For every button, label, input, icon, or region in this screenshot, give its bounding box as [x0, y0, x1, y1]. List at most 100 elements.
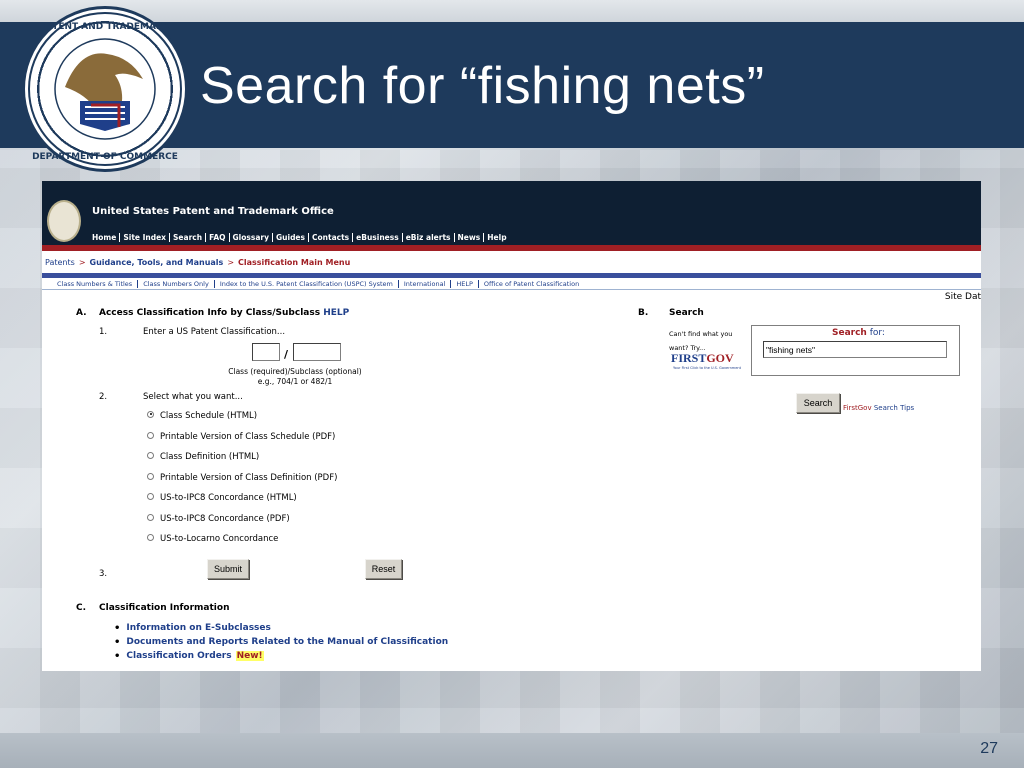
list-item[interactable]: Classification Orders New! — [114, 649, 448, 663]
reset-button[interactable]: Reset — [365, 559, 402, 579]
sub-nav: Class Numbers & Titles Class Numbers Onl… — [42, 278, 981, 290]
step-2-number: 2. — [99, 392, 108, 402]
link-classification-orders[interactable]: Classification Orders — [126, 651, 231, 661]
search-label-for: for: — [866, 328, 885, 338]
slide-title: Search for “fishing nets” — [200, 57, 765, 115]
option-label: Printable Version of Class Definition (P… — [160, 473, 338, 483]
browser-screenshot: United States Patent and Trademark Offic… — [42, 181, 981, 671]
radio-button[interactable] — [147, 410, 154, 418]
option-label: Class Definition (HTML) — [160, 452, 260, 462]
top-nav-news[interactable]: News — [455, 233, 485, 242]
sub-nav-class-numbers-only[interactable]: Class Numbers Only — [138, 279, 215, 288]
option-class-definition-html[interactable]: Class Definition (HTML) — [147, 451, 260, 462]
site-data-label: Site Dat — [944, 292, 981, 302]
top-nav-search[interactable]: Search — [170, 233, 207, 242]
option-label: Printable Version of Class Schedule (PDF… — [160, 432, 336, 442]
search-for-label: Search for: — [832, 328, 885, 338]
sub-nav-international[interactable]: International — [399, 279, 452, 288]
step-1-number: 1. — [99, 327, 108, 337]
top-nav-ebiz-alerts[interactable]: eBiz alerts — [403, 233, 455, 242]
top-nav-glossary[interactable]: Glossary — [230, 233, 273, 242]
firstgov-search-tips-link[interactable]: FirstGov Search Tips — [843, 404, 914, 412]
top-nav-site-index[interactable]: Site Index — [120, 233, 171, 242]
class-hint-line1: Class (required)/Subclass (optional) — [228, 367, 362, 376]
option-label: Class Schedule (HTML) — [160, 411, 258, 421]
option-us-ipc8-html[interactable]: US-to-IPC8 Concordance (HTML) — [147, 492, 297, 503]
slide-bottom-band — [0, 733, 1024, 768]
svg-text:PATENT AND TRADEMARK: PATENT AND TRADEMARK — [40, 22, 171, 32]
subclass-input[interactable] — [293, 343, 341, 361]
section-a-title-text: Access Classification Info by Class/Subc… — [99, 308, 321, 318]
firstgov-logo[interactable]: FIRSTGOV — [671, 351, 734, 366]
radio-button[interactable] — [147, 451, 154, 459]
breadcrumb: Patents > Guidance, Tools, and Manuals >… — [42, 251, 981, 273]
top-nav-home[interactable]: Home — [92, 233, 121, 242]
option-class-definition-pdf[interactable]: Printable Version of Class Definition (P… — [147, 472, 338, 483]
radio-button[interactable] — [147, 472, 154, 480]
site-top-nav: Home Site Index Search FAQ Glossary Guid… — [92, 233, 510, 242]
site-org-name: United States Patent and Trademark Offic… — [92, 206, 334, 217]
section-c-letter: C. — [76, 603, 87, 613]
step-1-label: Enter a US Patent Classification... — [143, 327, 286, 337]
section-b-title: Search — [669, 308, 704, 318]
site-header: United States Patent and Trademark Offic… — [42, 181, 981, 245]
option-label: US-to-IPC8 Concordance (HTML) — [160, 493, 297, 503]
sub-nav-uspc-index[interactable]: Index to the U.S. Patent Classification … — [215, 279, 399, 288]
option-us-locarno[interactable]: US-to-Locarno Concordance — [147, 533, 279, 544]
sub-nav-office-classification[interactable]: Office of Patent Classification — [479, 280, 584, 288]
submit-button[interactable]: Submit — [207, 559, 249, 579]
top-nav-guides[interactable]: Guides — [273, 233, 309, 242]
section-b-letter: B. — [638, 308, 649, 318]
section-a-title: Access Classification Info by Class/Subc… — [99, 308, 349, 318]
step-3-number: 3. — [99, 569, 108, 579]
class-input[interactable] — [252, 343, 280, 361]
breadcrumb-separator: > — [227, 257, 235, 267]
option-us-ipc8-pdf[interactable]: US-to-IPC8 Concordance (PDF) — [147, 513, 290, 524]
class-hint-line2: e.g., 704/1 or 482/1 — [257, 377, 333, 386]
list-item[interactable]: Information on E-Subclasses — [114, 621, 448, 635]
option-label: US-to-IPC8 Concordance (PDF) — [160, 514, 290, 524]
link-search-tips: Search Tips — [871, 404, 915, 412]
seal-icon: PATENT AND TRADEMARK DEPARTMENT OF COMME… — [28, 12, 182, 166]
search-panel: Search for: — [751, 325, 960, 376]
radio-button[interactable] — [147, 513, 154, 521]
new-badge: New! — [235, 651, 264, 661]
link-e-subclasses[interactable]: Information on E-Subclasses — [126, 623, 270, 633]
breadcrumb-separator: > — [78, 257, 86, 267]
search-label-search: Search — [832, 328, 867, 338]
top-nav-help[interactable]: Help — [484, 233, 509, 242]
section-a-help-link[interactable]: HELP — [323, 308, 349, 318]
step-2-label: Select what you want... — [143, 392, 243, 402]
option-class-schedule-pdf[interactable]: Printable Version of Class Schedule (PDF… — [147, 431, 336, 442]
section-c-title: Classification Information — [99, 603, 230, 613]
radio-button[interactable] — [147, 533, 154, 541]
sub-nav-help[interactable]: HELP — [451, 279, 479, 288]
section-a-letter: A. — [76, 308, 87, 318]
uspto-seal-logo: PATENT AND TRADEMARK DEPARTMENT OF COMME… — [22, 6, 188, 172]
breadcrumb-guidance[interactable]: Guidance, Tools, and Manuals — [90, 258, 224, 267]
sub-nav-class-numbers-titles[interactable]: Class Numbers & Titles — [52, 279, 139, 288]
classification-info-list: Information on E-Subclasses Documents an… — [114, 621, 448, 663]
link-gov: Gov — [857, 404, 872, 412]
option-class-schedule-html[interactable]: Class Schedule (HTML) — [147, 410, 258, 421]
link-documents-reports[interactable]: Documents and Reports Related to the Man… — [126, 637, 448, 647]
firstgov-logo-first: FIRST — [671, 351, 707, 365]
slide-number: 27 — [980, 740, 998, 757]
search-button[interactable]: Search — [796, 393, 840, 413]
breadcrumb-patents[interactable]: Patents — [45, 258, 75, 267]
link-first: First — [843, 404, 858, 412]
top-nav-faq[interactable]: FAQ — [206, 233, 230, 242]
firstgov-tagline: Your First Click to the U.S. Government — [673, 366, 741, 370]
class-subclass-slash: / — [284, 348, 289, 361]
firstgov-logo-gov: GOV — [706, 351, 734, 365]
svg-text:DEPARTMENT OF COMMERCE: DEPARTMENT OF COMMERCE — [32, 152, 178, 162]
option-label: US-to-Locarno Concordance — [160, 534, 279, 544]
list-item[interactable]: Documents and Reports Related to the Man… — [114, 635, 448, 649]
breadcrumb-current: Classification Main Menu — [238, 257, 351, 267]
radio-button[interactable] — [147, 492, 154, 500]
radio-button[interactable] — [147, 431, 154, 439]
top-nav-ebusiness[interactable]: eBusiness — [353, 233, 403, 242]
top-nav-contacts[interactable]: Contacts — [309, 233, 354, 242]
search-input[interactable] — [763, 341, 947, 358]
site-seal-icon — [47, 200, 81, 242]
